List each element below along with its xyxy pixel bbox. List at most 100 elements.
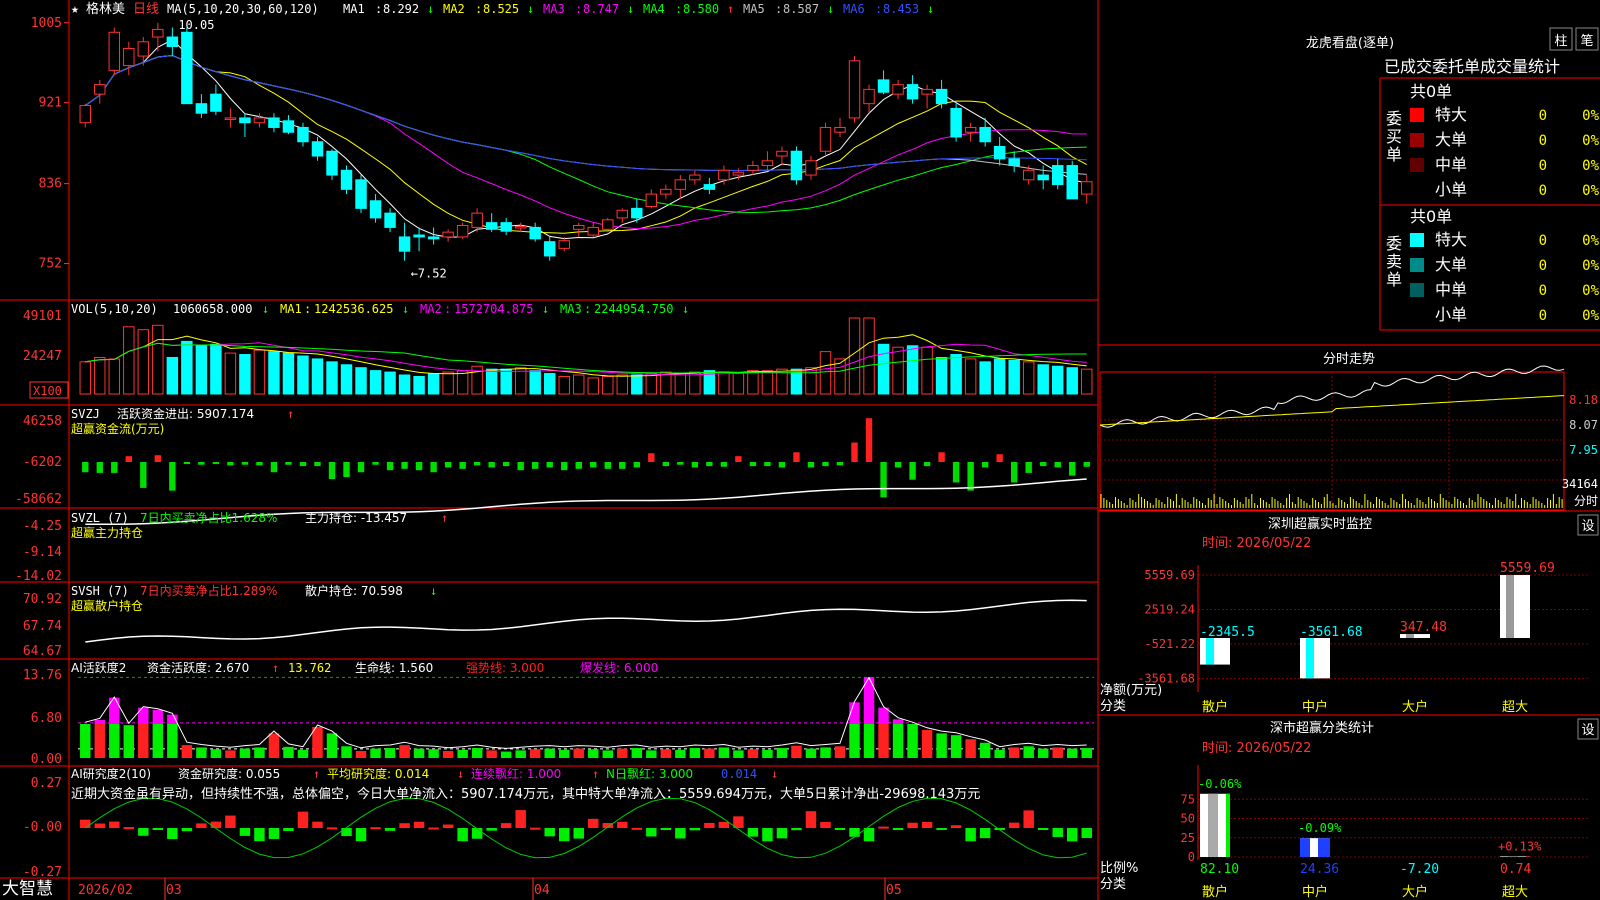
research-bar bbox=[80, 819, 91, 828]
buy-side-label: 买 bbox=[1386, 127, 1402, 146]
vol-colon: : bbox=[584, 302, 591, 316]
volume-bar bbox=[79, 361, 91, 395]
main-y-tick-label: 752 bbox=[39, 257, 62, 272]
monitor-bar-stripe bbox=[1506, 575, 1514, 638]
candle-body bbox=[384, 212, 396, 228]
candle-body bbox=[993, 146, 1006, 160]
candle-body bbox=[819, 126, 832, 152]
ma-colon: : bbox=[475, 2, 482, 16]
sell-row-name: 中单 bbox=[1435, 280, 1467, 299]
volume-bar bbox=[137, 329, 150, 395]
ma-arrow-6: ↓ bbox=[927, 2, 934, 16]
svsh-text1: 7日内买卖净占比1.289% bbox=[140, 583, 277, 598]
ai-bar bbox=[370, 748, 381, 758]
candle bbox=[268, 113, 280, 133]
candle bbox=[326, 149, 338, 180]
candle-body bbox=[1037, 174, 1049, 181]
candle bbox=[398, 222, 411, 261]
sell-color-swatch bbox=[1410, 283, 1424, 297]
svzj-bar bbox=[720, 462, 728, 467]
ai2-value2: 13.762 bbox=[288, 661, 331, 675]
svzj-y-tick-label: 46258 bbox=[23, 414, 62, 429]
ai-bar bbox=[428, 749, 439, 758]
candle bbox=[587, 222, 599, 237]
svzj-bar bbox=[314, 462, 321, 467]
ma-value-2: 8.525 bbox=[483, 2, 519, 16]
main-y-tick-label: 1005 bbox=[31, 16, 62, 31]
volume-bar bbox=[645, 373, 658, 395]
volume-bar bbox=[747, 370, 759, 395]
candle bbox=[689, 170, 701, 185]
svzj-bar bbox=[430, 462, 437, 473]
volume-bar bbox=[1066, 367, 1078, 395]
volume-bar bbox=[892, 346, 904, 395]
svzj-bar bbox=[169, 462, 176, 491]
ai-bar bbox=[747, 749, 759, 758]
ai-bar bbox=[515, 750, 526, 758]
monitor-ylabel: 净额(万元) bbox=[1100, 683, 1162, 698]
candle-body bbox=[834, 126, 846, 133]
research-bar bbox=[646, 828, 657, 837]
candle bbox=[1081, 175, 1093, 204]
svzj-bar bbox=[1083, 462, 1090, 467]
svzj-bar bbox=[111, 462, 118, 473]
svzj-bar bbox=[517, 462, 524, 471]
volume-bar bbox=[500, 368, 512, 395]
ai-bar bbox=[617, 748, 628, 758]
volume-bar bbox=[413, 375, 425, 395]
ai-bar bbox=[312, 726, 323, 758]
research-bar bbox=[486, 828, 497, 831]
ai-bar bbox=[268, 733, 280, 758]
candle bbox=[747, 160, 759, 176]
svzj-bar bbox=[836, 462, 844, 466]
candle bbox=[123, 41, 135, 76]
favorite-star-icon[interactable]: ★ bbox=[71, 2, 79, 17]
research-bar bbox=[457, 828, 468, 842]
volume-bar bbox=[181, 340, 193, 395]
candle-body bbox=[732, 171, 745, 176]
candle bbox=[848, 56, 861, 123]
buy-row-name: 小单 bbox=[1435, 180, 1467, 199]
monitor-category-label: 散户 bbox=[1202, 699, 1228, 715]
monitor-xlabel: 分类 bbox=[1100, 699, 1126, 714]
classify-category-label: 大户 bbox=[1402, 884, 1428, 900]
volume-bar bbox=[935, 356, 948, 395]
volume-bar bbox=[761, 370, 774, 395]
volume-bar bbox=[819, 351, 832, 395]
research-bar bbox=[370, 827, 381, 830]
candle-body bbox=[776, 150, 788, 157]
ma-arrow-2: ↓ bbox=[527, 2, 534, 16]
classify-bar-edge bbox=[1226, 793, 1230, 857]
svzj-bar bbox=[328, 462, 336, 480]
research-bar bbox=[950, 825, 962, 828]
ai-bar bbox=[152, 724, 164, 758]
candle bbox=[761, 151, 774, 171]
research-bar bbox=[747, 828, 759, 837]
volume-bar bbox=[602, 375, 614, 395]
candle bbox=[500, 217, 512, 236]
candle-body bbox=[558, 240, 570, 249]
volume-bar bbox=[1037, 364, 1049, 395]
svzj-bar bbox=[502, 462, 510, 467]
volume-bar bbox=[224, 352, 237, 395]
research-bar bbox=[907, 822, 918, 828]
research-bar bbox=[675, 828, 686, 839]
ma-value-5: 8.587 bbox=[783, 2, 819, 16]
svzj-bar bbox=[488, 462, 495, 468]
candle-body bbox=[108, 31, 121, 71]
volume-bar bbox=[718, 371, 730, 395]
classify-category-label: 中户 bbox=[1302, 884, 1328, 900]
ai2-label: AI活跃度2 bbox=[71, 660, 126, 675]
candle bbox=[863, 84, 875, 114]
svzj-bar bbox=[590, 462, 597, 468]
candle-body bbox=[94, 84, 106, 95]
ma-value-4: 8.580 bbox=[683, 2, 719, 16]
candle bbox=[776, 146, 788, 166]
svzj-bar bbox=[764, 462, 771, 467]
buy-row-pct: 0% bbox=[1582, 133, 1599, 149]
svzj-bar bbox=[1040, 462, 1047, 467]
classify-category-label: 散户 bbox=[1202, 884, 1228, 900]
buy-color-swatch bbox=[1410, 108, 1424, 122]
sell-side-label: 单 bbox=[1386, 270, 1402, 289]
svzj-bar bbox=[604, 462, 611, 469]
